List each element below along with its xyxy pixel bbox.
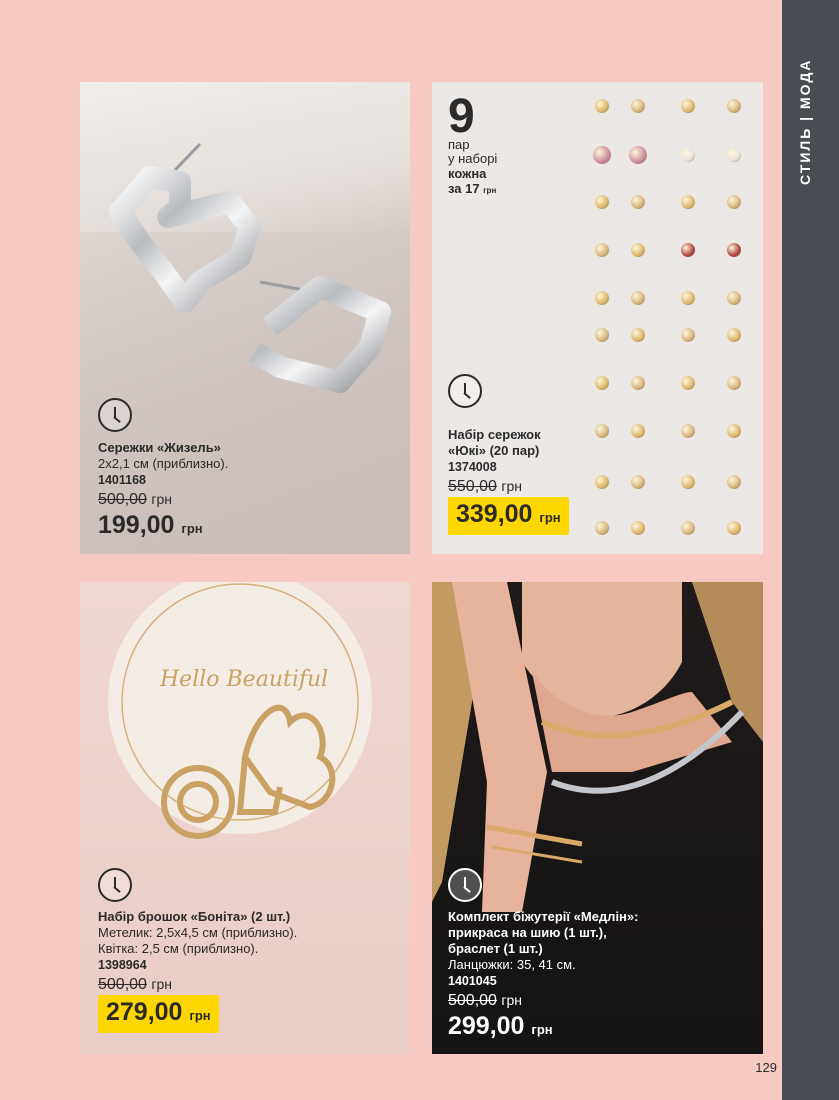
product-info: Сережки «Жизель» 2х2,1 см (приблизно). 1… [98, 440, 228, 544]
stud-earring [727, 475, 741, 489]
old-price: 500,00 грн [98, 976, 173, 993]
stud-earring [727, 424, 741, 438]
stud-earring [681, 243, 695, 257]
new-price: 299,00 грн [448, 1012, 553, 1040]
stud-earring [593, 146, 611, 164]
old-price: 550,00 грн [448, 478, 523, 495]
stud-earring [631, 243, 645, 257]
product-card-yuki[interactable]: 9 пар у наборі кожна за 17 грн Набір сер… [432, 82, 763, 554]
product-details: Квітка: 2,5 см (приблизно). [98, 941, 259, 956]
product-name: Набір брошок «Боніта» (2 шт.) [98, 909, 291, 924]
stud-earring [727, 376, 741, 390]
product-sku: 1398964 [98, 958, 147, 972]
stud-earring [595, 328, 609, 342]
stud-earring [595, 243, 609, 257]
stud-earring [727, 328, 741, 342]
stud-earring [727, 148, 741, 162]
product-name-line: Набір сережок [448, 427, 541, 442]
product-card-bonita[interactable]: Hello Beautiful Набір брошок «Боніта» (2… [80, 582, 410, 1054]
new-price: 199,00 грн [98, 511, 203, 539]
product-name-line: прикраса на шию (1 шт.), [448, 925, 607, 940]
stud-earring [727, 195, 741, 209]
stud-earring [595, 99, 609, 113]
product-card-giselle[interactable]: Сережки «Жизель» 2х2,1 см (приблизно). 1… [80, 82, 410, 554]
product-sku: 1401045 [448, 974, 497, 988]
product-info: Комплект біжутерії «Медлін»: прикраса на… [448, 909, 638, 1045]
product-details: 2х2,1 см (приблизно). [98, 456, 229, 471]
stud-earring [631, 99, 645, 113]
stud-earring [681, 99, 695, 113]
card-script-title: Hello Beautiful [160, 667, 329, 692]
product-sku: 1374008 [448, 460, 497, 474]
stud-earring [727, 291, 741, 305]
new-price: 279,00 грн [98, 995, 219, 1033]
stud-earring [629, 146, 647, 164]
clock-icon [98, 398, 132, 432]
product-info: Набір сережок «Юкі» (20 пар) 1374008 550… [448, 427, 569, 535]
stud-earring [681, 521, 695, 535]
stud-earring [681, 328, 695, 342]
stud-earring [595, 521, 609, 535]
new-price: 339,00 грн [448, 497, 569, 535]
stud-earring [681, 148, 695, 162]
stud-earring [631, 195, 645, 209]
product-info: Набір брошок «Боніта» (2 шт.) Метелик: 2… [98, 909, 297, 1033]
stud-earring [727, 99, 741, 113]
stud-earring [631, 475, 645, 489]
section-label: СТИЛЬ | МОДА [797, 58, 813, 185]
old-price: 500,00 грн [448, 992, 523, 1009]
product-name-line: браслет (1 шт.) [448, 941, 543, 956]
stud-earring [631, 376, 645, 390]
product-card-madeline[interactable]: Комплект біжутерії «Медлін»: прикраса на… [432, 582, 763, 1054]
stud-earring [681, 475, 695, 489]
old-price: 500,00 грн [98, 491, 173, 508]
stud-earring [595, 376, 609, 390]
clock-icon [98, 868, 132, 902]
stud-earring [631, 328, 645, 342]
product-details: Метелик: 2,5х4,5 см (приблизно). [98, 925, 298, 940]
product-name: Сережки «Жизель» [98, 440, 221, 455]
clock-icon [448, 868, 482, 902]
stud-earring [595, 424, 609, 438]
stud-earring [681, 424, 695, 438]
stud-earring [631, 521, 645, 535]
stud-earring [595, 291, 609, 305]
stud-earring [631, 291, 645, 305]
clock-icon [448, 374, 482, 408]
stud-earring [631, 424, 645, 438]
stud-earring [595, 195, 609, 209]
stud-earring [727, 521, 741, 535]
stud-earring [595, 475, 609, 489]
product-sku: 1401168 [98, 473, 146, 487]
stud-earring [727, 243, 741, 257]
product-details: Ланцюжки: 35, 41 см. [448, 957, 576, 972]
product-name-line: «Юкі» (20 пар) [448, 443, 540, 458]
page-number: 129 [755, 1060, 777, 1075]
stud-earring [681, 376, 695, 390]
stud-earring [681, 195, 695, 209]
product-name-line: Комплект біжутерії «Медлін»: [448, 909, 639, 924]
stud-earring [681, 291, 695, 305]
section-sidebar: СТИЛЬ | МОДА [782, 0, 839, 1100]
